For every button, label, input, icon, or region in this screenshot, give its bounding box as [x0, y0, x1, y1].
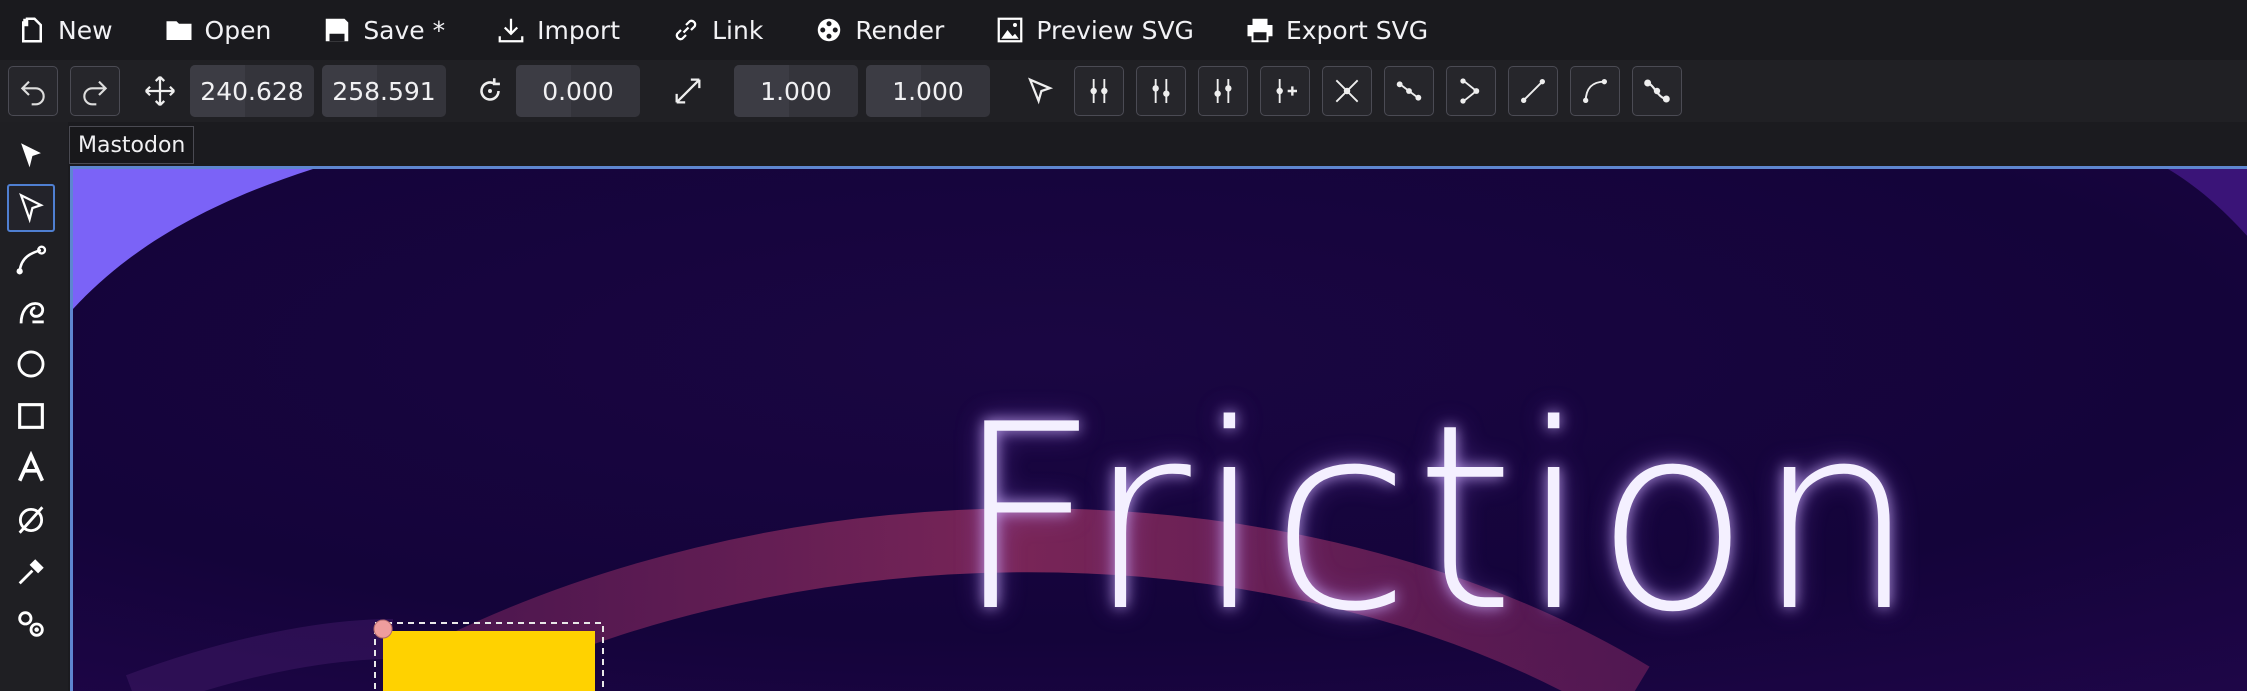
add-node-icon — [1276, 79, 1297, 103]
canvas-title-text[interactable]: Friction — [953, 391, 1921, 647]
remove-node-button[interactable] — [1322, 66, 1372, 116]
menu-export-svg-label: Export SVG — [1285, 15, 1429, 45]
empty-set-icon — [18, 506, 44, 534]
menu-preview-svg-label: Preview SVG — [1036, 15, 1194, 45]
freehand-spiral-icon — [19, 302, 45, 324]
menu-save[interactable]: Save * — [321, 0, 445, 60]
node-handles-button[interactable] — [1632, 66, 1682, 116]
film-reel-icon — [813, 14, 845, 46]
tool-rectangle[interactable] — [7, 392, 55, 440]
menu-bar: New Open Save * Import Link Render Previ… — [0, 0, 2247, 60]
node-corner-icon — [1090, 79, 1108, 103]
link-icon — [670, 14, 702, 46]
redo-icon — [83, 80, 108, 106]
folder-icon — [163, 14, 195, 46]
tool-circle[interactable] — [7, 340, 55, 388]
redo-button[interactable] — [70, 66, 120, 116]
undo-button[interactable] — [8, 66, 58, 116]
join-nodes-icon — [1396, 81, 1422, 101]
yellow-rect-shape[interactable] — [383, 631, 595, 691]
printer-icon — [1244, 14, 1276, 46]
menu-new-label: New — [58, 15, 113, 45]
tool-column — [0, 122, 68, 691]
floppy-disk-icon — [321, 14, 353, 46]
circle-icon — [17, 350, 45, 378]
eyedropper-icon — [18, 559, 44, 585]
tool-picker[interactable] — [7, 548, 55, 596]
tool-nodes-extra[interactable] — [7, 600, 55, 648]
arrow-pointer-icon — [21, 143, 41, 168]
segment-line-icon — [1521, 79, 1545, 103]
segment-line-button[interactable] — [1508, 66, 1558, 116]
menu-open-label: Open — [204, 15, 272, 45]
node-corner-button[interactable] — [1074, 66, 1124, 116]
node-symmetric-button[interactable] — [1198, 66, 1248, 116]
app-window: New Open Save * Import Link Render Previ… — [0, 0, 2247, 691]
menu-import[interactable]: Import — [495, 0, 620, 60]
tooltip: Mastodon — [69, 126, 195, 164]
scale-y-field[interactable]: 1.000 — [866, 65, 990, 117]
menu-open[interactable]: Open — [163, 0, 272, 60]
menu-link[interactable]: Link — [670, 0, 763, 60]
translate-y-field[interactable]: 258.591 — [322, 65, 446, 117]
node-handle[interactable] — [373, 619, 393, 639]
text-a-icon — [17, 451, 45, 482]
add-node-button[interactable] — [1260, 66, 1310, 116]
new-file-icon — [16, 14, 48, 46]
menu-preview-svg[interactable]: Preview SVG — [994, 0, 1194, 60]
node-smooth-icon — [1152, 79, 1170, 103]
join-nodes-button[interactable] — [1384, 66, 1434, 116]
node-smooth-button[interactable] — [1136, 66, 1186, 116]
menu-save-label: Save * — [363, 15, 446, 45]
tool-freehand[interactable] — [7, 288, 55, 336]
segment-curve-button[interactable] — [1570, 66, 1620, 116]
node-symmetric-icon — [1214, 79, 1232, 103]
tool-null[interactable] — [7, 496, 55, 544]
canvas-viewport[interactable]: Friction — [70, 166, 2247, 691]
menu-import-label: Import — [537, 15, 621, 45]
break-node-button[interactable] — [1446, 66, 1496, 116]
bezier-curve-icon — [16, 245, 47, 275]
node-pointer-icon — [19, 192, 44, 224]
rectangle-icon — [18, 403, 44, 429]
linked-circles-icon — [18, 611, 44, 637]
menu-new[interactable]: New — [16, 0, 113, 60]
undo-icon — [20, 80, 45, 106]
node-handles-icon — [1644, 79, 1670, 103]
menu-render[interactable]: Render — [813, 0, 944, 60]
image-icon — [994, 14, 1026, 46]
tool-bezier[interactable] — [7, 236, 55, 284]
tool-node-edit[interactable] — [7, 184, 55, 232]
segment-curve-icon — [1583, 79, 1607, 103]
move-icon — [134, 66, 186, 116]
transform-toolbar: 240.628 258.591 0.000 1.000 1.000 — [0, 60, 2247, 122]
tool-select[interactable] — [7, 132, 55, 180]
rotate-icon — [464, 66, 516, 116]
break-node-icon — [1460, 78, 1480, 104]
scale-icon — [662, 66, 714, 116]
menu-render-label: Render — [855, 15, 945, 45]
download-icon — [495, 14, 527, 46]
tool-text[interactable] — [7, 444, 55, 492]
menu-export-svg[interactable]: Export SVG — [1244, 0, 1428, 60]
translate-x-field[interactable]: 240.628 — [190, 65, 314, 117]
menu-link-label: Link — [712, 15, 764, 45]
rotation-field[interactable]: 0.000 — [516, 65, 640, 117]
remove-node-icon — [1335, 79, 1359, 103]
scale-x-field[interactable]: 1.000 — [734, 65, 858, 117]
node-select-icon[interactable] — [1014, 66, 1066, 116]
